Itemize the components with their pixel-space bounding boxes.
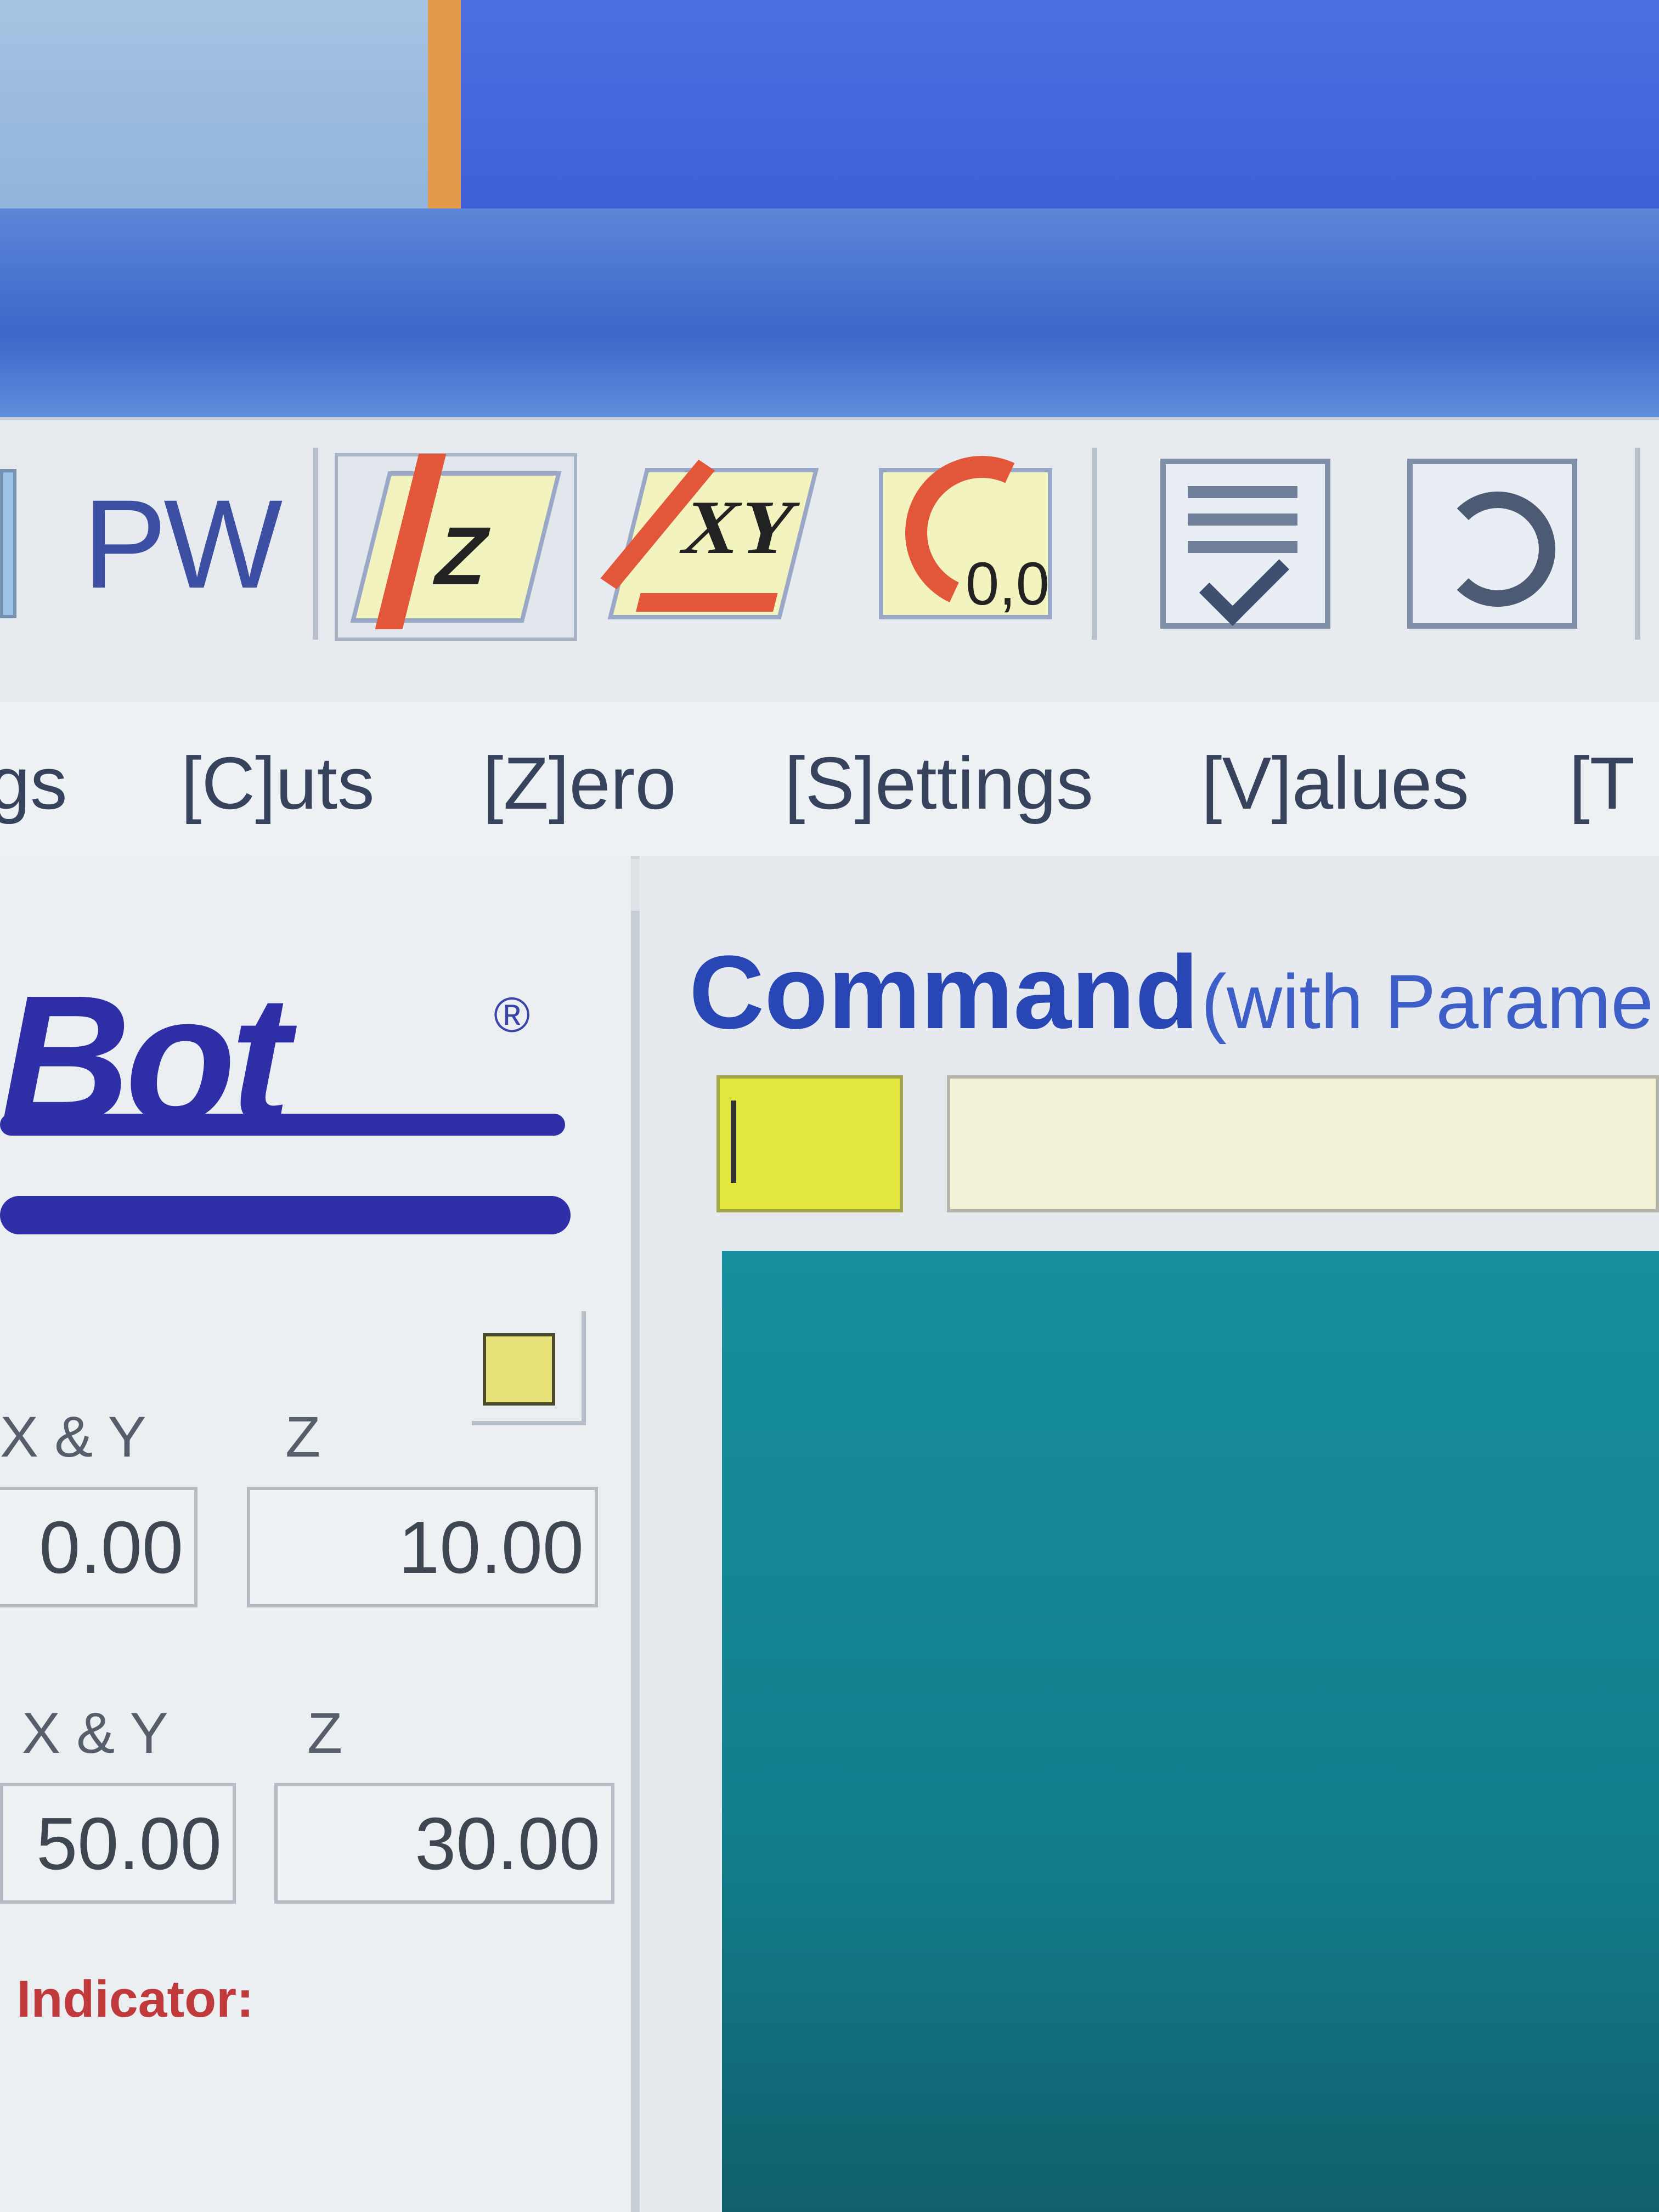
panel-divider — [631, 911, 640, 2212]
pw-button[interactable]: PW — [77, 453, 285, 634]
indicator-label: Indicator: — [16, 1970, 254, 2028]
jog-z-icon: Z — [350, 454, 562, 629]
command-title-main: Command — [689, 934, 1199, 1051]
command-key-input[interactable] — [716, 1075, 903, 1212]
clipboard-icon — [483, 1333, 555, 1406]
goto-zero-button[interactable]: 0,0 — [856, 434, 1081, 634]
refresh-document-icon — [1407, 459, 1577, 629]
command-panel: Command (with Parame — [640, 856, 1659, 2212]
move-speed-z-label: Z — [307, 1701, 343, 1765]
background-panel-blue — [461, 0, 1659, 208]
jog-speed-z-label: Z — [285, 1405, 321, 1469]
refresh-document-button[interactable] — [1399, 453, 1585, 634]
checklist-button[interactable] — [1152, 453, 1339, 634]
jog-speed-xy-field[interactable]: 0.00 — [0, 1487, 198, 1607]
command-title-sub: (with Parame — [1201, 958, 1654, 1045]
toolbar-partial-button[interactable] — [0, 453, 16, 634]
background-window — [0, 0, 1659, 219]
menu-item-partial-right[interactable]: [T — [1569, 741, 1635, 826]
background-panel-orange — [428, 0, 461, 219]
shopbot-logo: Bot — [0, 957, 291, 1160]
command-parameters-input[interactable] — [947, 1075, 1659, 1212]
toolbar-separator-3 — [1635, 448, 1640, 640]
menu-item-cuts[interactable]: [C]uts — [181, 741, 375, 826]
jog-z-icon-label: Z — [426, 510, 499, 602]
toolbar-separator — [313, 448, 318, 640]
move-speed-xy-label: X & Y — [22, 1701, 168, 1765]
jog-xy-icon-label: XY — [674, 485, 806, 570]
jog-speed-xy-label: X & Y — [0, 1405, 146, 1469]
jog-xy-icon: XY — [600, 459, 819, 619]
jog-xy-button[interactable]: XY — [600, 453, 823, 634]
left-panel: Bot ® X & Y Z 0.00 10.00 X & Y Z 50.00 3… — [0, 856, 631, 2212]
pw-label: PW — [82, 473, 283, 614]
jog-speed-z-field[interactable]: 10.00 — [247, 1487, 598, 1607]
jog-z-button[interactable]: Z — [335, 453, 577, 641]
logo-underline — [0, 1196, 571, 1234]
goto-zero-icon: 0,0 — [879, 434, 1081, 631]
background-panel-left — [0, 0, 428, 219]
window-titlebar[interactable] — [0, 208, 1659, 417]
command-title: Command (with Parame — [689, 933, 1654, 1052]
checklist-icon — [1160, 459, 1330, 629]
menu-item-zero[interactable]: [Z]ero — [483, 741, 676, 826]
toolbar: PW Z XY 0,0 — [0, 417, 1659, 709]
menu-bar: gs [C]uts [Z]ero [S]ettings [V]alues [T — [0, 702, 1659, 859]
menu-item-settings[interactable]: [S]ettings — [785, 741, 1093, 826]
menu-item-partial[interactable]: gs — [0, 741, 67, 826]
clipboard-button[interactable] — [472, 1311, 586, 1425]
goto-zero-icon-label: 0,0 — [966, 550, 1049, 618]
text-caret — [731, 1101, 736, 1183]
menu-item-values[interactable]: [V]alues — [1201, 741, 1469, 826]
toolbar-separator-2 — [1092, 448, 1097, 640]
move-speed-z-field[interactable]: 30.00 — [274, 1783, 614, 1904]
move-speed-xy-field[interactable]: 50.00 — [0, 1783, 236, 1904]
command-output-area[interactable] — [722, 1251, 1659, 2212]
registered-mark: ® — [494, 988, 531, 1043]
